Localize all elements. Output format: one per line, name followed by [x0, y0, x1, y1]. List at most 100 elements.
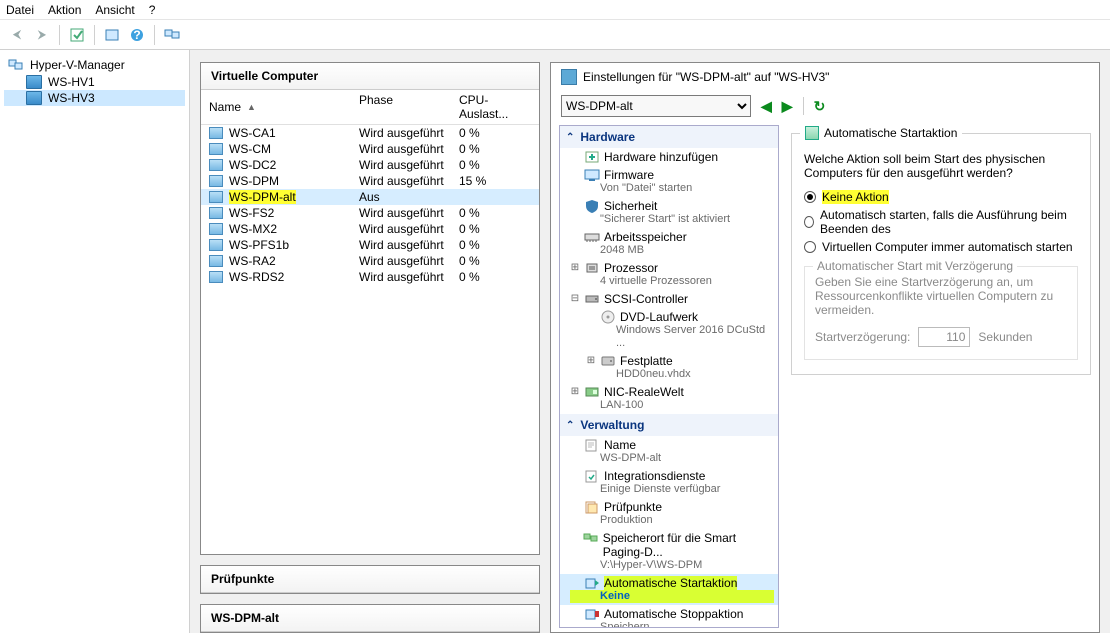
expander-icon[interactable]: ⊞: [570, 261, 580, 275]
vm-phase: Wird ausgeführt: [359, 270, 459, 284]
vm-phase: Wird ausgeführt: [359, 158, 459, 172]
tree-item-icon: [584, 469, 600, 483]
tree-item[interactable]: ⊟ SCSI-Controller: [560, 290, 778, 308]
delay-input[interactable]: [918, 327, 970, 347]
vm-row[interactable]: WS-CM Wird ausgeführt0 %: [201, 141, 539, 157]
tree-item-icon: [584, 168, 600, 182]
sort-asc-icon: ▲: [247, 102, 256, 112]
vm-cpu: 15 %: [459, 174, 531, 188]
menu-help[interactable]: ?: [149, 3, 156, 17]
tree-item[interactable]: Sicherheit"Sicherer Start" ist aktiviert: [560, 197, 778, 228]
col-name[interactable]: Name▲: [209, 93, 359, 121]
tree-item[interactable]: ⊞NIC-RealeWeltLAN-100: [560, 383, 778, 414]
toolbar-action-icon[interactable]: [66, 24, 88, 46]
menu-bar: Datei Aktion Ansicht ?: [0, 0, 1110, 20]
vm-selector[interactable]: WS-DPM-alt: [561, 95, 751, 117]
tree-item[interactable]: Speicherort für die Smart Paging-D...V:\…: [560, 529, 778, 574]
vm-phase: Wird ausgeführt: [359, 206, 459, 220]
vm-name: WS-CM: [229, 142, 271, 156]
tree-item-sub: 2048 MB: [570, 244, 774, 257]
vm-row[interactable]: WS-DC2Wird ausgeführt0 %: [201, 157, 539, 173]
tree-item-sub: LAN-100: [570, 399, 774, 412]
toolbar: ⮜ ⮞ ?: [0, 20, 1110, 50]
tree-item[interactable]: PrüfpunkteProduktion: [560, 498, 778, 529]
settings-tree[interactable]: ⌃ Hardware Hardware hinzufügenFirmwareVo…: [559, 125, 779, 628]
expander-icon[interactable]: ⊟: [570, 292, 580, 306]
col-phase[interactable]: Phase: [359, 93, 459, 121]
vm-phase: Wird ausgeführt: [359, 238, 459, 252]
vm-icon: [209, 207, 223, 219]
menu-file[interactable]: Datei: [6, 3, 34, 17]
tree-item-sub: Von "Datei" starten: [570, 182, 774, 195]
vm-icon: [209, 271, 223, 283]
tree-group-hardware[interactable]: ⌃ Hardware: [560, 126, 778, 148]
vm-phase: Wird ausgeführt: [359, 142, 459, 156]
vm-cpu: 0 %: [459, 126, 531, 140]
vm-icon: [209, 223, 223, 235]
tree-item[interactable]: FirmwareVon "Datei" starten: [560, 166, 778, 197]
nav-back-button[interactable]: ⮜: [6, 24, 28, 46]
vm-row[interactable]: WS-RA2Wird ausgeführt0 %: [201, 253, 539, 269]
tree-item-label: Speicherort für die Smart Paging-D...: [603, 531, 774, 559]
start-option[interactable]: Virtuellen Computer immer automatisch st…: [804, 240, 1078, 254]
vm-icon: [209, 239, 223, 251]
radio-label: Keine Aktion: [822, 190, 889, 204]
tree-item[interactable]: ⊞FestplatteHDD0neu.vhdx: [560, 352, 778, 383]
svg-text:?: ?: [133, 28, 140, 42]
host-item-0[interactable]: WS-HV1: [4, 74, 185, 90]
selected-vm-header: WS-DPM-alt: [201, 605, 539, 632]
tree-item[interactable]: Automatische StoppaktionSpeichern: [560, 605, 778, 628]
tree-item[interactable]: NameWS-DPM-alt: [560, 436, 778, 467]
expander-icon[interactable]: ⊞: [586, 354, 596, 368]
vm-row[interactable]: WS-MX2Wird ausgeführt0 %: [201, 221, 539, 237]
vm-row[interactable]: WS-FS2Wird ausgeführt0 %: [201, 205, 539, 221]
tree-item-label: Automatische Stoppaktion: [604, 607, 743, 621]
vm-cpu: 0 %: [459, 158, 531, 172]
tree-item-sub: HDD0neu.vhdx: [586, 368, 774, 381]
expander-icon[interactable]: ⊞: [570, 385, 580, 399]
tree-item[interactable]: Arbeitsspeicher2048 MB: [560, 228, 778, 259]
tree-item[interactable]: Hardware hinzufügen: [560, 148, 778, 166]
tree-item-label: SCSI-Controller: [604, 292, 688, 306]
host-item-1[interactable]: WS-HV3: [4, 90, 185, 106]
vm-cpu: 0 %: [459, 254, 531, 268]
menu-view[interactable]: Ansicht: [95, 3, 134, 17]
start-option[interactable]: Keine Aktion: [804, 190, 1078, 204]
vm-name: WS-CA1: [229, 126, 276, 140]
manager-icon: [8, 57, 24, 73]
nav-apply-button[interactable]: ↻: [814, 98, 826, 115]
nav-prev-button[interactable]: ◀: [761, 98, 772, 115]
vm-phase: Aus: [359, 190, 459, 204]
tree-item-sub: Keine: [570, 590, 774, 603]
nav-next-button[interactable]: ▶: [782, 98, 793, 115]
start-option[interactable]: Automatisch starten, falls die Ausführun…: [804, 208, 1078, 236]
tree-item-icon: [584, 500, 600, 514]
tree-item-icon: [600, 354, 616, 368]
delay-hint: Geben Sie eine Startverzögerung an, um R…: [815, 275, 1067, 317]
tree-item[interactable]: ⊞Prozessor4 virtuelle Prozessoren: [560, 259, 778, 290]
col-cpu[interactable]: CPU-Auslast...: [459, 93, 531, 121]
vm-row[interactable]: WS-DPMWird ausgeführt15 %: [201, 173, 539, 189]
tree-group-management[interactable]: ⌃ Verwaltung: [560, 414, 778, 436]
toolbar-help-icon[interactable]: ?: [126, 24, 148, 46]
vm-row[interactable]: WS-RDS2Wird ausgeführt0 %: [201, 269, 539, 285]
tree-item-sub: Speichern: [570, 621, 774, 628]
checkpoints-panel-title: Prüfpunkte: [201, 566, 539, 593]
vm-row[interactable]: WS-CA1Wird ausgeführt0 %: [201, 125, 539, 141]
radio-icon: [804, 216, 814, 228]
toolbar-monitors-icon[interactable]: [161, 24, 183, 46]
menu-action[interactable]: Aktion: [48, 3, 81, 17]
toolbar-refresh-icon[interactable]: [101, 24, 123, 46]
vm-cpu: 0 %: [459, 142, 531, 156]
radio-label: Automatisch starten, falls die Ausführun…: [820, 208, 1078, 236]
tree-item[interactable]: IntegrationsdiensteEinige Dienste verfüg…: [560, 467, 778, 498]
tree-item[interactable]: Automatische StartaktionKeine: [560, 574, 778, 605]
tree-item-sub: 4 virtuelle Prozessoren: [570, 275, 774, 288]
tree-item[interactable]: DVD-LaufwerkWindows Server 2016 DCuStd .…: [560, 308, 778, 352]
tree-root[interactable]: Hyper-V-Manager: [4, 56, 185, 74]
tree-item-icon: [584, 230, 600, 244]
vm-phase: Wird ausgeführt: [359, 174, 459, 188]
nav-fwd-button[interactable]: ⮞: [31, 24, 53, 46]
vm-row[interactable]: WS-PFS1bWird ausgeführt0 %: [201, 237, 539, 253]
vm-row[interactable]: WS-DPM-altAus: [201, 189, 539, 205]
